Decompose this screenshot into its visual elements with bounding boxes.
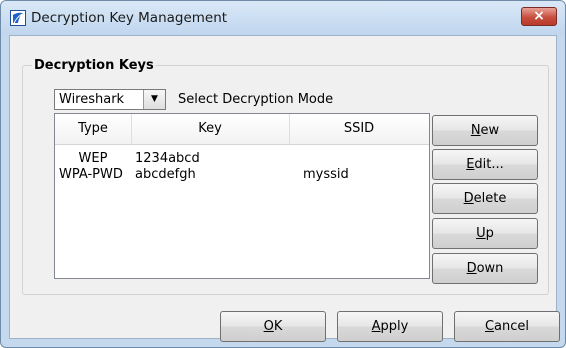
row-type: WEP bbox=[78, 151, 108, 166]
keys-table[interactable]: Type Key SSID WEP 1234abcd WPA-PWD abcde… bbox=[54, 113, 430, 279]
close-icon: × bbox=[533, 8, 545, 24]
row-type: WPA-PWD bbox=[59, 167, 123, 182]
apply-button-accel: A bbox=[371, 319, 381, 334]
down-button[interactable]: Down bbox=[432, 253, 538, 284]
apply-button[interactable]: Apply bbox=[337, 311, 443, 342]
ok-button-accel: O bbox=[263, 319, 274, 334]
delete-button[interactable]: Delete bbox=[432, 183, 538, 214]
edit-button-label: dit... bbox=[474, 157, 504, 172]
delete-button-label: elete bbox=[473, 191, 507, 206]
wireshark-fin-icon bbox=[10, 10, 26, 26]
ok-button-label: K bbox=[273, 319, 283, 334]
title-bar[interactable]: Decryption Key Management × bbox=[1, 1, 565, 35]
table-header: Type Key SSID bbox=[55, 114, 429, 145]
ok-button[interactable]: OK bbox=[220, 311, 326, 342]
new-button[interactable]: New bbox=[432, 115, 538, 146]
cancel-button[interactable]: Cancel bbox=[454, 311, 560, 342]
close-button[interactable]: × bbox=[521, 7, 557, 26]
down-button-label: own bbox=[476, 261, 504, 276]
up-button-label: p bbox=[485, 226, 494, 241]
table-row[interactable]: WPA-PWD abcdefgh myssid bbox=[55, 167, 429, 183]
group-label: Decryption Keys bbox=[32, 58, 156, 73]
decryption-mode-select[interactable]: Wireshark ▼ bbox=[54, 89, 166, 110]
dialog-window: Decryption Key Management × Decryption K… bbox=[0, 0, 566, 348]
column-header-key[interactable]: Key bbox=[131, 114, 290, 144]
cancel-button-accel: C bbox=[484, 319, 495, 334]
table-row[interactable]: WEP 1234abcd bbox=[55, 151, 429, 167]
delete-button-accel: D bbox=[463, 191, 474, 206]
down-button-accel: D bbox=[466, 261, 477, 276]
chevron-down-icon[interactable]: ▼ bbox=[143, 90, 165, 109]
row-key: 1234abcd bbox=[135, 151, 200, 166]
row-key: abcdefgh bbox=[135, 167, 196, 182]
column-header-type[interactable]: Type bbox=[55, 114, 132, 144]
new-button-label: ew bbox=[480, 123, 500, 138]
apply-button-label: pply bbox=[380, 319, 409, 334]
row-ssid: myssid bbox=[303, 167, 349, 182]
column-header-ssid[interactable]: SSID bbox=[289, 114, 429, 144]
decryption-mode-label: Select Decryption Mode bbox=[178, 92, 334, 107]
up-button-accel: U bbox=[476, 226, 486, 241]
decryption-mode-value: Wireshark bbox=[59, 92, 125, 107]
window-title: Decryption Key Management bbox=[31, 10, 228, 26]
up-button[interactable]: Up bbox=[432, 218, 538, 249]
cancel-button-label: ancel bbox=[494, 319, 530, 334]
new-button-accel: N bbox=[470, 123, 481, 138]
dialog-body: Decryption Keys Wireshark ▼ Select Decry… bbox=[9, 35, 560, 342]
edit-button[interactable]: Edit... bbox=[432, 149, 538, 180]
